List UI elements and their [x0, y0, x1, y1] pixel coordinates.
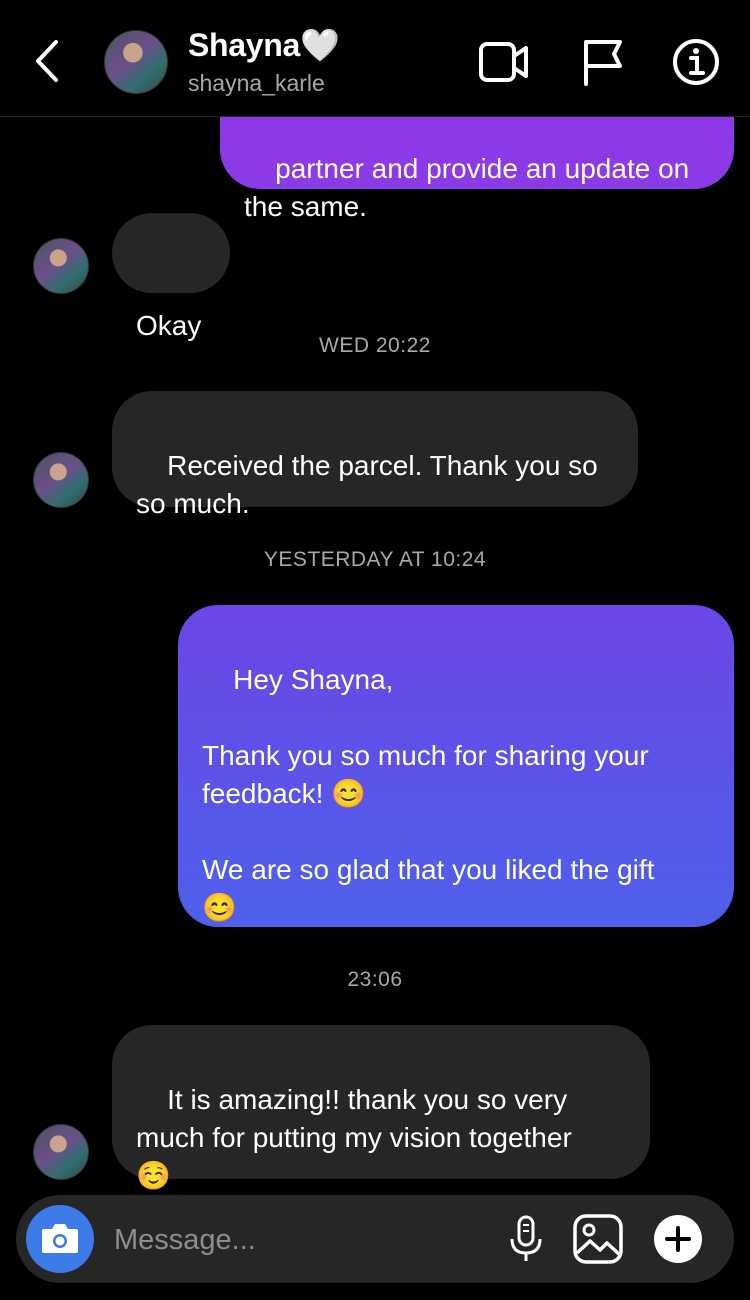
chat-header: Shayna🤍 shayna_karle [0, 0, 750, 117]
message-text: Hey Shayna, Thank you so much for sharin… [202, 664, 655, 923]
info-icon [673, 39, 719, 85]
report-button[interactable] [578, 36, 630, 88]
message-text: Received the parcel. Thank you so so muc… [136, 450, 598, 519]
message-text: partner and provide an update on the sam… [244, 153, 690, 222]
message-input[interactable] [112, 1217, 476, 1263]
contact-avatar[interactable] [104, 30, 168, 94]
timestamp-yesterday: YESTERDAY AT 10:24 [263, 548, 487, 571]
camera-button[interactable] [26, 1205, 94, 1273]
gallery-button[interactable] [572, 1213, 624, 1265]
timestamp-wed: WED 20:22 [319, 334, 431, 357]
contact-username[interactable]: shayna_karle [188, 70, 325, 97]
plus-icon [665, 1226, 691, 1252]
timestamp-2306: 23:06 [347, 968, 403, 991]
contact-name[interactable]: Shayna🤍 [188, 26, 340, 64]
sender-avatar[interactable] [33, 452, 89, 508]
back-button[interactable] [28, 36, 68, 86]
incoming-message-parcel[interactable]: Received the parcel. Thank you so so muc… [112, 391, 638, 519]
sender-avatar[interactable] [33, 238, 89, 294]
image-icon [573, 1214, 623, 1264]
chevron-left-icon [36, 40, 58, 82]
message-thread[interactable]: partner and provide an update on the sam… [0, 0, 750, 1300]
microphone-icon [510, 1215, 542, 1261]
sender-avatar[interactable] [33, 1124, 89, 1180]
message-text: It is amazing!! thank you so very much f… [136, 1084, 572, 1191]
info-button[interactable] [670, 36, 722, 88]
more-options-button[interactable] [654, 1215, 702, 1263]
voice-message-button[interactable] [502, 1215, 550, 1263]
video-call-button[interactable] [478, 36, 530, 88]
outgoing-message-feedback[interactable]: Hey Shayna, Thank you so much for sharin… [178, 605, 734, 927]
incoming-message-amazing[interactable]: It is amazing!! thank you so very much f… [112, 1025, 650, 1191]
camera-icon [42, 1224, 78, 1253]
incoming-message-okay[interactable]: Okay [112, 213, 230, 341]
message-composer [16, 1195, 734, 1283]
flag-icon [584, 40, 622, 86]
video-camera-icon [479, 42, 528, 82]
